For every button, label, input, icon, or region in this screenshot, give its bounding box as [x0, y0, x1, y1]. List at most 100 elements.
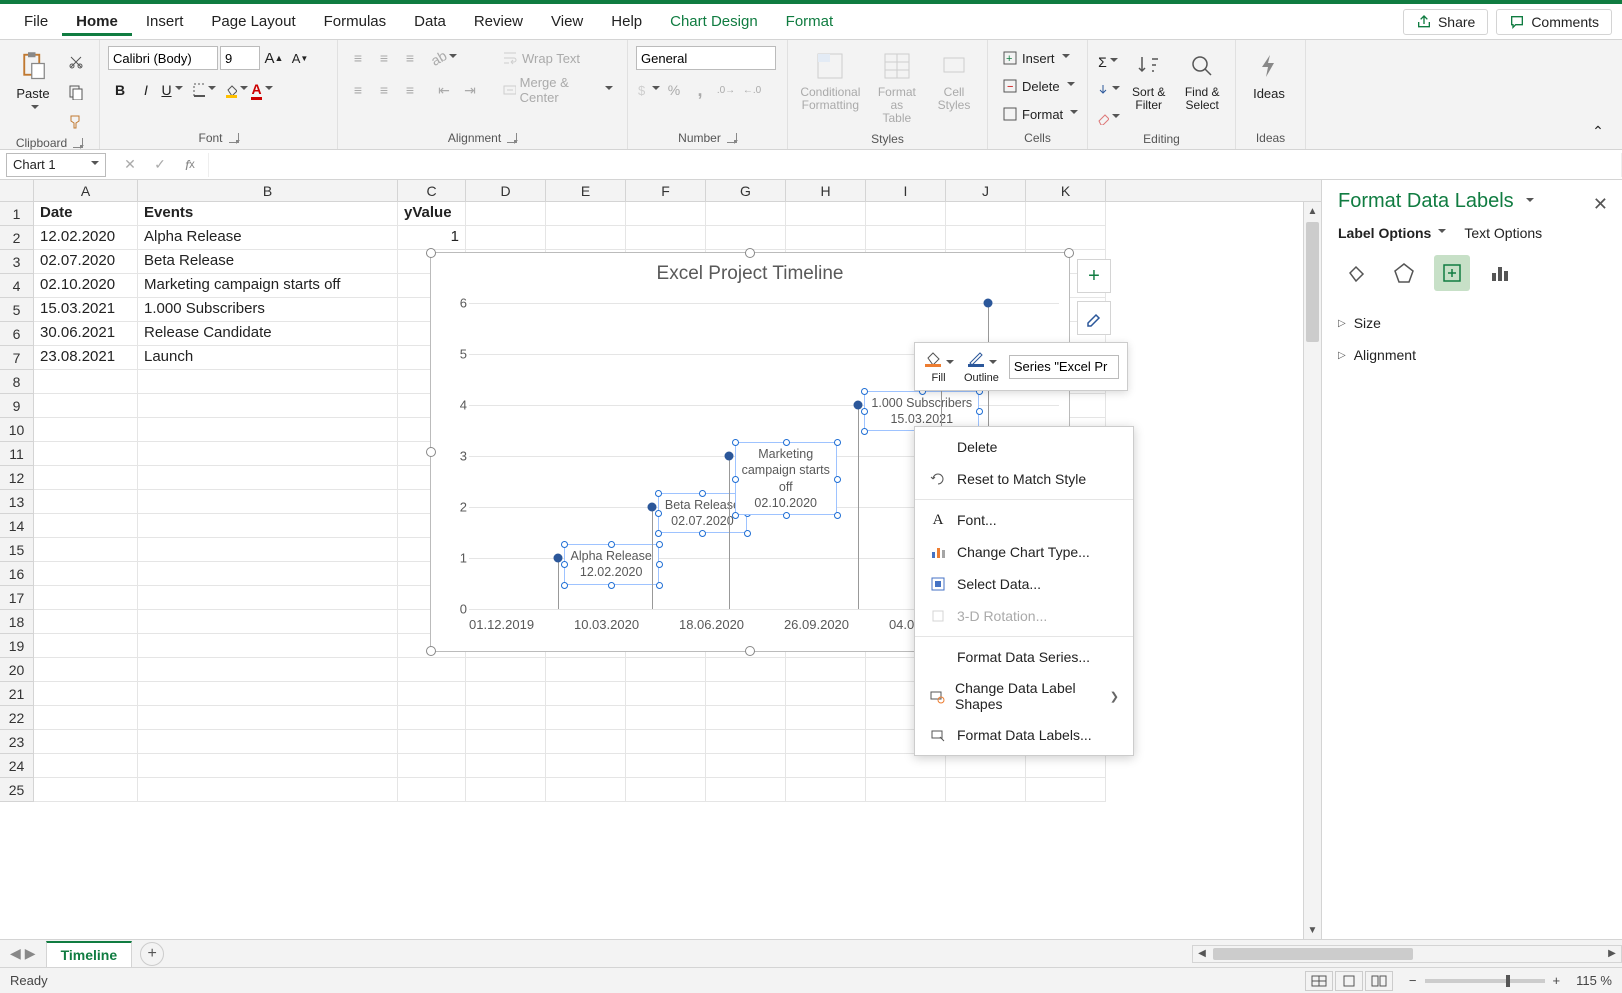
cell[interactable]: [546, 226, 626, 250]
scroll-thumb[interactable]: [1306, 222, 1319, 342]
cell[interactable]: [866, 202, 946, 226]
cell[interactable]: [34, 562, 138, 586]
cell[interactable]: [866, 778, 946, 802]
text-options-tab[interactable]: Text Options: [1464, 225, 1542, 241]
sheet-tab-timeline[interactable]: Timeline: [46, 941, 133, 967]
zoom-slider[interactable]: [1425, 979, 1545, 983]
chart-data-point[interactable]: [724, 452, 733, 461]
context-menu-item[interactable]: AFont...: [915, 504, 1133, 536]
menu-tab-data[interactable]: Data: [400, 7, 460, 36]
cell[interactable]: Events: [138, 202, 398, 226]
size-section-header[interactable]: ▷Size: [1338, 307, 1606, 339]
menu-tab-insert[interactable]: Insert: [132, 7, 198, 36]
insert-cells-button[interactable]: +Insert: [996, 46, 1076, 70]
border-button[interactable]: [192, 78, 216, 102]
column-header-D[interactable]: D: [466, 180, 546, 201]
cell[interactable]: [706, 202, 786, 226]
cell[interactable]: [786, 682, 866, 706]
context-menu-item[interactable]: Select Data...: [915, 568, 1133, 600]
row-header[interactable]: 19: [0, 634, 34, 658]
cell[interactable]: [34, 442, 138, 466]
cell[interactable]: [138, 586, 398, 610]
cell[interactable]: [138, 514, 398, 538]
decrease-font-button[interactable]: A▼: [288, 46, 312, 70]
cell[interactable]: 23.08.2021: [34, 346, 138, 370]
row-header[interactable]: 5: [0, 298, 34, 322]
menu-tab-file[interactable]: File: [10, 7, 62, 36]
row-header[interactable]: 14: [0, 514, 34, 538]
cell[interactable]: [138, 706, 398, 730]
cell[interactable]: [34, 466, 138, 490]
fill-color-button[interactable]: [224, 78, 248, 102]
cell[interactable]: [466, 658, 546, 682]
cell[interactable]: [706, 730, 786, 754]
sheet-nav-prev[interactable]: ◀: [10, 945, 21, 962]
chart-elements-button[interactable]: +: [1077, 259, 1111, 293]
cell[interactable]: [546, 682, 626, 706]
paste-button[interactable]: Paste: [8, 46, 58, 117]
cell[interactable]: 30.06.2021: [34, 322, 138, 346]
find-select-button[interactable]: Find & Select: [1177, 46, 1227, 116]
row-header[interactable]: 22: [0, 706, 34, 730]
context-menu-item[interactable]: Format Data Series...: [915, 641, 1133, 673]
cell[interactable]: [138, 394, 398, 418]
row-header[interactable]: 4: [0, 274, 34, 298]
cell[interactable]: [706, 778, 786, 802]
format-painter-button[interactable]: [64, 110, 88, 134]
row-header[interactable]: 15: [0, 538, 34, 562]
column-header-C[interactable]: C: [398, 180, 466, 201]
cell[interactable]: [946, 226, 1026, 250]
cell[interactable]: [138, 730, 398, 754]
row-header[interactable]: 10: [0, 418, 34, 442]
cell[interactable]: [626, 658, 706, 682]
cell[interactable]: Date: [34, 202, 138, 226]
cell[interactable]: 1: [398, 226, 466, 250]
cell[interactable]: [34, 394, 138, 418]
close-pane-button[interactable]: ✕: [1593, 194, 1608, 215]
insert-function-button[interactable]: fx: [178, 153, 202, 177]
scroll-down-button[interactable]: ▼: [1304, 921, 1321, 939]
cell[interactable]: [138, 778, 398, 802]
normal-view-button[interactable]: [1305, 971, 1333, 991]
row-header[interactable]: 3: [0, 250, 34, 274]
increase-font-button[interactable]: A▲: [262, 46, 286, 70]
menu-tab-home[interactable]: Home: [62, 7, 132, 36]
cell[interactable]: [34, 706, 138, 730]
cell[interactable]: [466, 754, 546, 778]
sheet-nav-next[interactable]: ▶: [25, 945, 36, 962]
cell[interactable]: [946, 778, 1026, 802]
row-header[interactable]: 7: [0, 346, 34, 370]
row-header[interactable]: 9: [0, 394, 34, 418]
font-size-input[interactable]: [220, 46, 260, 70]
chart-styles-button[interactable]: [1077, 301, 1111, 335]
cell[interactable]: [34, 778, 138, 802]
menu-tab-chart-design[interactable]: Chart Design: [656, 7, 772, 36]
cell[interactable]: [786, 778, 866, 802]
cell[interactable]: [466, 226, 546, 250]
cell[interactable]: [546, 754, 626, 778]
formula-input[interactable]: [208, 153, 1622, 177]
cell[interactable]: [786, 706, 866, 730]
alignment-section-header[interactable]: ▷Alignment: [1338, 339, 1606, 371]
cell[interactable]: [706, 226, 786, 250]
row-header[interactable]: 1: [0, 202, 34, 226]
cell[interactable]: yValue: [398, 202, 466, 226]
cell[interactable]: [398, 682, 466, 706]
cell[interactable]: [138, 610, 398, 634]
cell[interactable]: [34, 610, 138, 634]
cell[interactable]: [398, 778, 466, 802]
cell[interactable]: [34, 370, 138, 394]
size-properties-category-button[interactable]: [1434, 255, 1470, 291]
label-options-category-button[interactable]: [1482, 255, 1518, 291]
cell[interactable]: [866, 226, 946, 250]
cell[interactable]: [706, 658, 786, 682]
cell[interactable]: [398, 706, 466, 730]
cell[interactable]: Release Candidate: [138, 322, 398, 346]
cell[interactable]: [546, 730, 626, 754]
cell[interactable]: [138, 370, 398, 394]
scroll-up-button[interactable]: ▲: [1304, 202, 1321, 220]
cell[interactable]: [626, 754, 706, 778]
menu-tab-view[interactable]: View: [537, 7, 597, 36]
chart-y-axis[interactable]: 0123456: [447, 303, 467, 609]
horizontal-scrollbar[interactable]: ◀ ▶: [1192, 945, 1622, 963]
